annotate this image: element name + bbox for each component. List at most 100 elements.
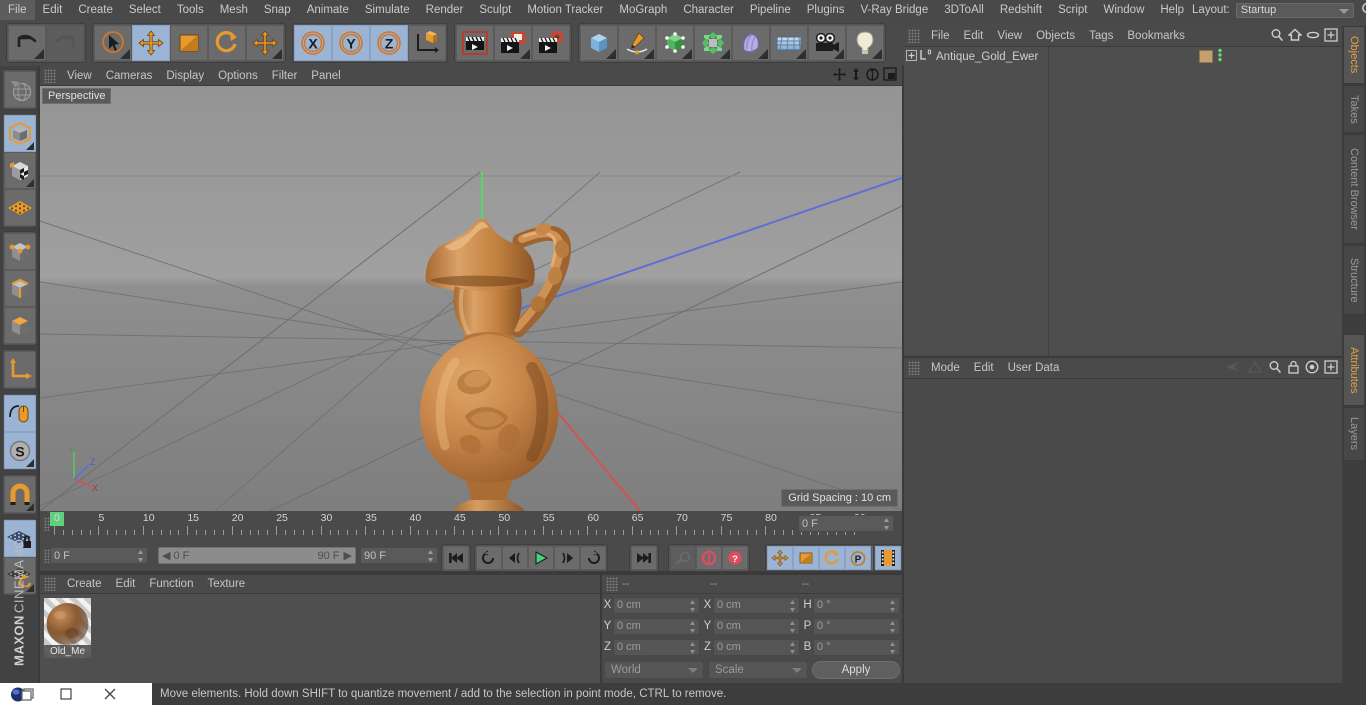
menu-item-script[interactable]: Script <box>1050 0 1095 20</box>
panel-grip-icon[interactable] <box>908 29 920 43</box>
animation-filmstrip-button[interactable] <box>875 546 901 570</box>
object-row-antique-gold-ewer[interactable]: 0 Antique_Gold_Ewer <box>904 47 1048 66</box>
snap-magnet-button[interactable] <box>4 476 36 513</box>
object-menu-view[interactable]: View <box>990 26 1029 47</box>
play-button[interactable] <box>528 546 554 570</box>
menu-item-vray-bridge[interactable]: V-Ray Bridge <box>852 0 936 20</box>
pivot-tool[interactable] <box>246 25 284 61</box>
add-deformer-button[interactable] <box>732 25 770 61</box>
tab-objects[interactable]: Objects <box>1343 26 1365 84</box>
attributes-menu-user-data[interactable]: User Data <box>1001 358 1067 379</box>
go-to-end-button[interactable] <box>631 546 657 570</box>
render-to-picture-viewer-button[interactable] <box>494 25 532 61</box>
go-to-start-button[interactable] <box>443 546 469 570</box>
rotate-tool[interactable] <box>208 25 246 61</box>
expand-plus-icon[interactable] <box>906 49 917 64</box>
material-tag-icon[interactable] <box>1199 50 1213 63</box>
timeline-ruler[interactable]: 051015202530354045505560657075808590 <box>50 511 902 541</box>
rot-b-input[interactable]: 0 ° <box>813 638 900 656</box>
scale-tool[interactable] <box>170 25 208 61</box>
menu-item-3dtoall[interactable]: 3DToAll <box>936 0 992 20</box>
size-y-input[interactable]: 0 cm <box>713 617 800 635</box>
panel-grip-icon[interactable] <box>606 577 618 591</box>
taskbar-maximize-button[interactable] <box>44 683 88 705</box>
attributes-target-icon[interactable] <box>1305 360 1319 377</box>
menu-item-character[interactable]: Character <box>675 0 742 20</box>
lock-z-axis[interactable]: Z <box>370 25 408 61</box>
tab-takes[interactable]: Takes <box>1343 85 1365 133</box>
pos-z-input[interactable]: 0 cm <box>613 638 700 656</box>
menu-item-pipeline[interactable]: Pipeline <box>742 0 799 20</box>
pos-y-input[interactable]: 0 cm <box>613 617 700 635</box>
object-menu-edit[interactable]: Edit <box>957 26 991 47</box>
attributes-fullscreen-icon[interactable] <box>1324 359 1338 377</box>
viewport-3d-canvas[interactable]: Perspective Grid Spacing : 10 cm Y Z X <box>40 86 902 511</box>
viewport-menu-cameras[interactable]: Cameras <box>99 66 160 86</box>
object-menu-bookmarks[interactable]: Bookmarks <box>1120 26 1192 47</box>
preview-range-right-arrow-icon[interactable]: ▶ <box>344 549 352 562</box>
material-swatch[interactable]: Old_Me <box>44 598 91 658</box>
preview-range-left-arrow-icon[interactable]: ◀ <box>162 549 170 562</box>
taskbar-close-button[interactable] <box>88 683 132 705</box>
move-tool[interactable] <box>132 25 170 61</box>
viewport-menu-filter[interactable]: Filter <box>265 66 305 86</box>
texture-mode-button[interactable] <box>4 152 36 189</box>
enable-axis-modification-button[interactable] <box>4 351 36 388</box>
document-end-field[interactable]: 90 F <box>360 547 438 564</box>
tab-content-browser[interactable]: Content Browser <box>1343 134 1365 244</box>
model-mode-button[interactable] <box>4 115 36 152</box>
menu-item-help[interactable]: Help <box>1152 0 1192 20</box>
polygons-mode-button[interactable] <box>4 307 36 344</box>
menu-item-tools[interactable]: Tools <box>169 0 212 20</box>
soft-selection-button[interactable]: S <box>4 432 36 469</box>
parameter-key-toggle[interactable]: P <box>845 546 871 570</box>
viewport-pan-icon[interactable] <box>832 67 847 85</box>
menu-item-select[interactable]: Select <box>121 0 169 20</box>
play-reverse-button[interactable] <box>476 546 502 570</box>
menu-item-snap[interactable]: Snap <box>256 0 299 20</box>
attributes-menu-mode[interactable]: Mode <box>924 358 967 379</box>
panel-grip-icon[interactable] <box>908 361 920 375</box>
viewport-solo-button[interactable] <box>4 395 36 432</box>
add-cube-button[interactable] <box>580 25 618 61</box>
add-light-button[interactable] <box>846 25 884 61</box>
add-spline-button[interactable] <box>618 25 656 61</box>
menu-item-window[interactable]: Window <box>1095 0 1152 20</box>
viewport-dolly-icon[interactable] <box>850 67 862 85</box>
step-back-button[interactable] <box>502 546 528 570</box>
object-manager-body[interactable]: 0 Antique_Gold_Ewer <box>904 47 1342 355</box>
viewport-menu-view[interactable]: View <box>60 66 99 86</box>
menu-item-render[interactable]: Render <box>418 0 472 20</box>
object-menu-tags[interactable]: Tags <box>1082 26 1120 47</box>
material-menu-texture[interactable]: Texture <box>200 575 252 594</box>
menu-item-simulate[interactable]: Simulate <box>357 0 418 20</box>
render-settings-button[interactable] <box>532 25 570 61</box>
object-fullscreen-icon[interactable] <box>1324 27 1338 45</box>
add-camera-button[interactable] <box>808 25 846 61</box>
material-menu-create[interactable]: Create <box>60 575 109 594</box>
viewport-maximize-icon[interactable] <box>883 67 897 84</box>
viewport-menu-display[interactable]: Display <box>159 66 211 86</box>
keyframe-selection-button[interactable]: ? <box>722 546 748 570</box>
menu-item-motion-tracker[interactable]: Motion Tracker <box>519 0 611 20</box>
attributes-manager-body[interactable] <box>904 379 1342 682</box>
menu-item-redshift[interactable]: Redshift <box>992 0 1050 20</box>
rotation-key-toggle[interactable] <box>819 546 845 570</box>
pos-x-input[interactable]: 0 cm <box>613 596 700 614</box>
right-frame-field[interactable]: 0 F <box>798 515 894 532</box>
viewport-menu-options[interactable]: Options <box>211 66 265 86</box>
step-forward-button[interactable] <box>554 546 580 570</box>
tab-layers[interactable]: Layers <box>1343 407 1365 461</box>
menu-item-mograph[interactable]: MoGraph <box>611 0 675 20</box>
object-dots-icon[interactable] <box>1217 48 1223 65</box>
panel-grip-icon[interactable] <box>44 68 56 83</box>
render-view-button[interactable] <box>456 25 494 61</box>
menu-item-create[interactable]: Create <box>70 0 121 20</box>
add-modeling-object-button[interactable] <box>694 25 732 61</box>
viewport-menu-panel[interactable]: Panel <box>304 66 347 86</box>
layout-dropdown[interactable]: Startup <box>1235 2 1354 18</box>
rot-h-input[interactable]: 0 ° <box>813 596 900 614</box>
undo-button[interactable] <box>8 25 46 61</box>
lock-y-axis[interactable]: Y <box>332 25 370 61</box>
attributes-search-icon[interactable] <box>1268 360 1282 377</box>
